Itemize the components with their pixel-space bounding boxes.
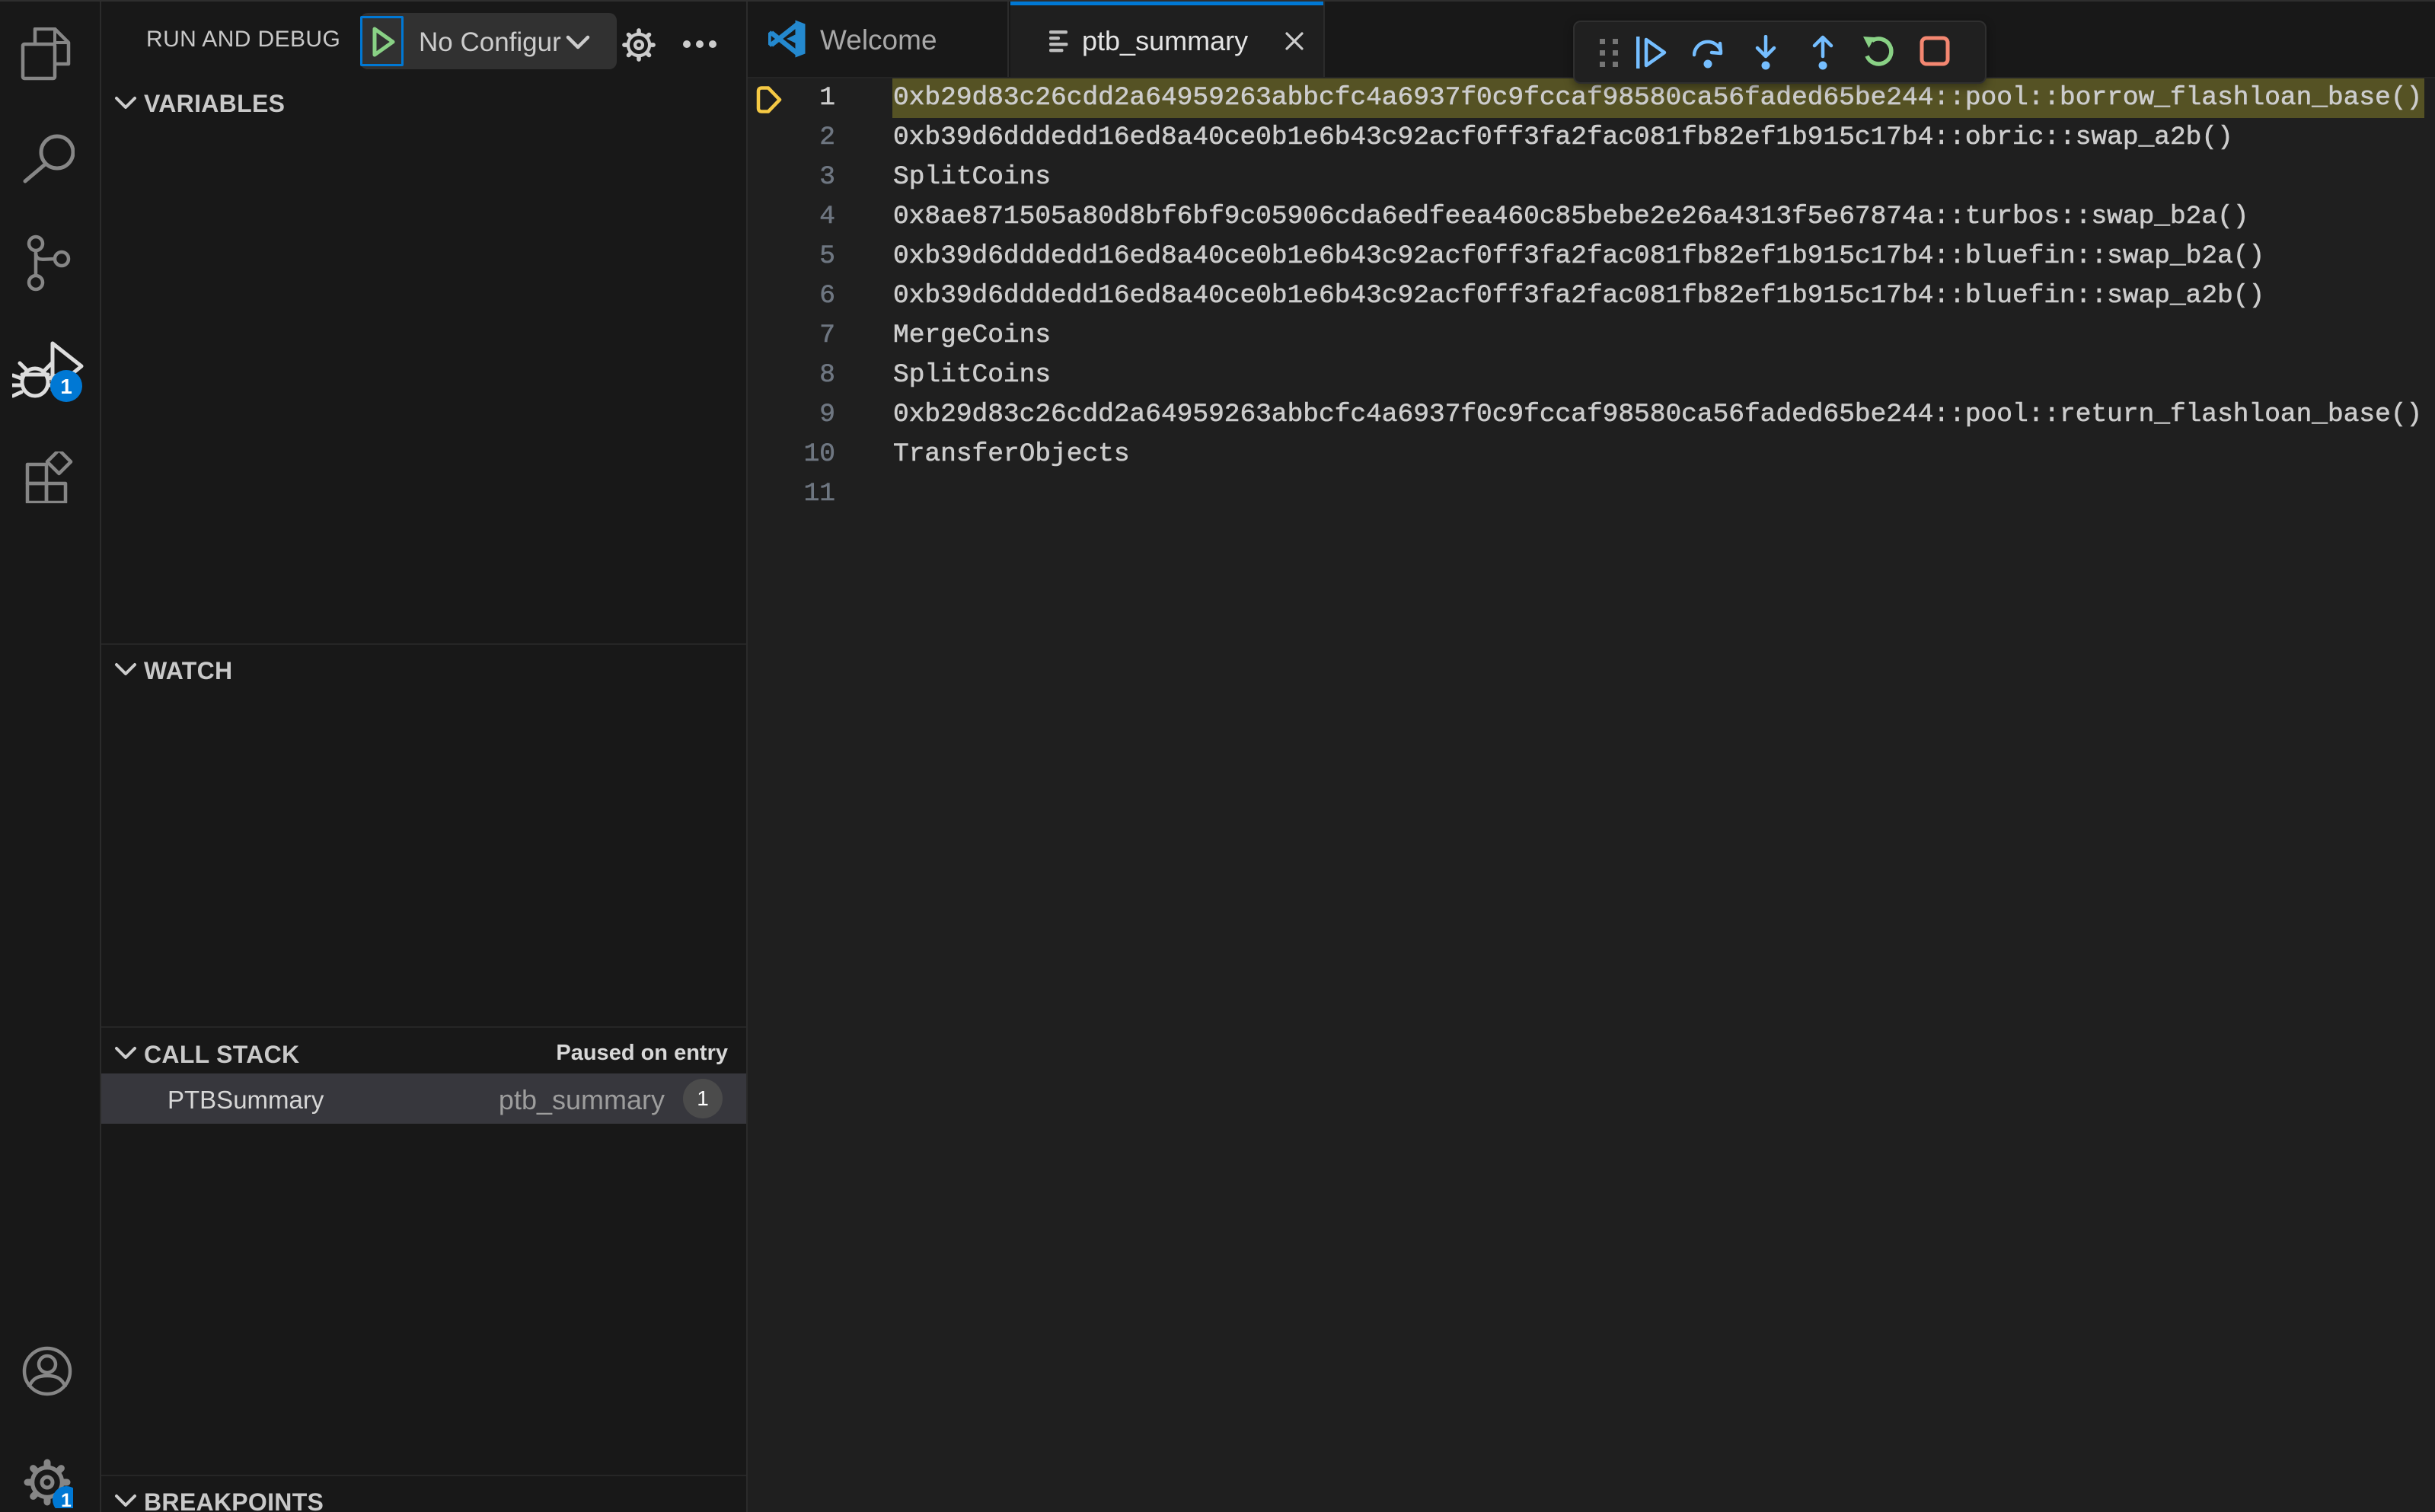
svg-text:1: 1 (60, 375, 72, 398)
svg-text:1: 1 (61, 1490, 72, 1508)
